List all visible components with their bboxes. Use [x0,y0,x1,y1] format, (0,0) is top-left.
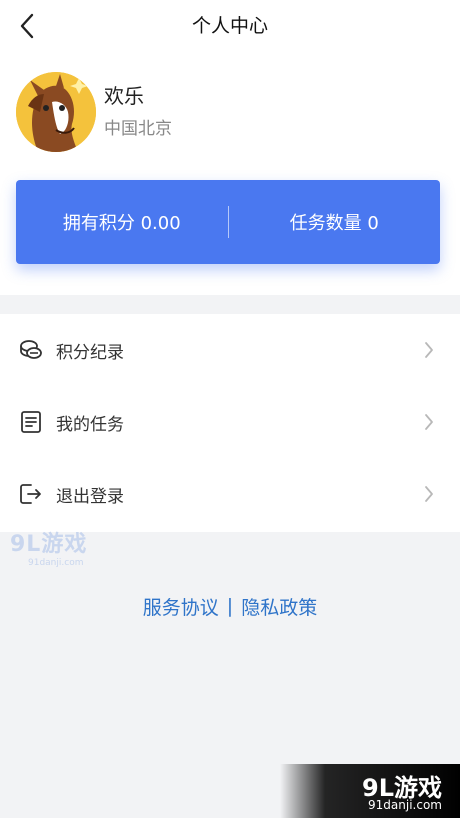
chevron-right-icon [422,412,436,432]
menu-item-points-record[interactable]: 积分纪录 [0,314,460,386]
page-title: 个人中心 [191,15,268,37]
watermark-logo: 9L游戏 91danji.com [10,532,87,568]
stats-card: 拥有积分 0.00 任务数量 0 [16,180,440,264]
menu-item-label: 我的任务 [56,414,124,435]
menu-item-my-tasks[interactable]: 我的任务 [0,386,460,458]
username: 欢乐 [104,84,144,108]
watermark-brand: 9L游戏 [10,532,88,557]
menu-item-label: 退出登录 [56,486,124,507]
avatar[interactable] [16,72,96,152]
horse-avatar-icon [16,72,96,152]
coins-icon [18,337,44,363]
policy-links: 服务协议 | 隐私政策 [0,588,460,624]
logout-icon [18,481,44,507]
service-agreement-link[interactable]: 服务协议 [143,593,219,620]
menu-list: 积分纪录 我的任务 退出登录 [0,314,460,532]
link-separator: | [226,595,234,617]
profile-section: 欢乐 中国北京 拥有积分 0.00 任务数量 0 [0,52,460,295]
menu-item-logout[interactable]: 退出登录 [0,458,460,530]
watermark-corner: 9L游戏 91danji.com [280,764,460,818]
navigation-bar: 个人中心 [0,0,460,52]
tasks-stat[interactable]: 任务数量 0 [229,209,441,235]
menu-item-label: 积分纪录 [56,342,124,363]
points-stat[interactable]: 拥有积分 0.00 [16,209,228,235]
watermark-site: 91danji.com [28,558,84,568]
chevron-right-icon [422,484,436,504]
user-location: 中国北京 [104,119,172,139]
document-icon [18,409,44,435]
watermark-site-corner: 91danji.com [368,798,442,812]
privacy-policy-link[interactable]: 隐私政策 [241,593,317,620]
chevron-right-icon [422,340,436,360]
